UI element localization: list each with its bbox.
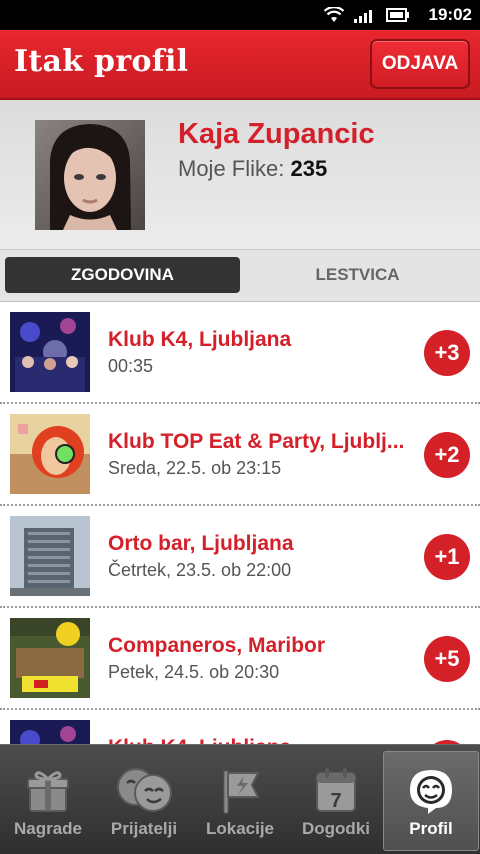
nav-label: Lokacije xyxy=(205,819,275,838)
nav-label: Nagrade xyxy=(13,819,83,838)
venue-thumbnail xyxy=(10,618,90,698)
list-item[interactable]: Klub K4, Ljubljana xyxy=(0,710,480,744)
list-item[interactable]: Klub TOP Eat & Party, Ljublj... Sreda, 2… xyxy=(0,404,480,506)
gift-icon xyxy=(26,767,70,818)
flike-count: 235 xyxy=(290,156,328,181)
flike-label: Moje Flike: xyxy=(178,156,285,181)
points-badge: +2 xyxy=(424,432,470,478)
checkin-time: Sreda, 22.5. ob 23:15 xyxy=(108,458,282,478)
wifi-icon xyxy=(324,7,344,23)
nav-label: Profil xyxy=(409,819,453,838)
status-icons xyxy=(324,7,410,23)
list-item[interactable]: Companeros, Maribor Petek, 24.5. ob 20:3… xyxy=(0,608,480,710)
points-badge: +3 xyxy=(424,330,470,376)
battery-icon xyxy=(386,8,410,22)
tab-zgodovina[interactable]: ZGODOVINA xyxy=(5,257,240,293)
list-item[interactable]: Orto bar, Ljubljana Četrtek, 23.5. ob 22… xyxy=(0,506,480,608)
nav-profil[interactable]: Profil xyxy=(383,751,479,851)
profile-card: Kaja Zupancic Moje Flike: 235 xyxy=(0,100,480,250)
logout-button[interactable]: ODJAVA xyxy=(370,39,470,89)
venue-thumbnail xyxy=(10,312,90,392)
calendar-icon: 7 xyxy=(315,767,357,818)
venue-name: Klub K4, Ljubljana xyxy=(108,736,414,744)
status-bar: 19:02 xyxy=(0,0,480,30)
venue-thumbnail xyxy=(10,414,90,494)
profile-name: Kaja Zupancic xyxy=(178,118,375,150)
nav-nagrade[interactable]: Nagrade xyxy=(0,745,96,854)
tab-bar: ZGODOVINA LESTVICA xyxy=(0,250,480,302)
checkin-time: 00:35 xyxy=(108,356,154,376)
venue-name: Klub TOP Eat & Party, Ljublj... xyxy=(108,430,405,453)
nav-dogodki[interactable]: 7 Dogodki xyxy=(288,745,384,854)
venue-thumbnail xyxy=(10,720,90,744)
flike-score: Moje Flike: 235 xyxy=(178,156,327,182)
tab-lestvica[interactable]: LESTVICA xyxy=(240,257,475,293)
avatar[interactable] xyxy=(35,120,145,230)
list-item[interactable]: Klub K4, Ljubljana 00:35 +3 xyxy=(0,302,480,404)
app-header: Itak profil ODJAVA xyxy=(0,30,480,100)
points-badge: +1 xyxy=(424,534,470,580)
location-flag-icon xyxy=(218,767,262,820)
profile-icon xyxy=(408,768,454,819)
friends-icon xyxy=(115,767,173,818)
nav-label: Dogodki xyxy=(302,819,370,838)
signal-icon xyxy=(354,7,376,23)
venue-name: Klub K4, Ljubljana xyxy=(108,328,292,351)
status-time: 19:02 xyxy=(428,5,472,24)
page-title: Itak profil xyxy=(14,44,189,79)
nav-lokacije[interactable]: Lokacije xyxy=(192,745,288,854)
checkin-time: Petek, 24.5. ob 20:30 xyxy=(108,662,280,682)
points-badge: +5 xyxy=(424,636,470,682)
venue-name: Orto bar, Ljubljana xyxy=(108,532,294,555)
history-list[interactable]: Klub K4, Ljubljana 00:35 +3 Klub TOP Eat… xyxy=(0,302,480,744)
nav-label: Prijatelji xyxy=(110,819,178,838)
venue-name: Companeros, Maribor xyxy=(108,634,326,657)
bottom-nav: Nagrade Prijatelji Lokacije 7 Dogodki Pr… xyxy=(0,744,480,854)
nav-prijatelji[interactable]: Prijatelji xyxy=(96,745,192,854)
venue-thumbnail xyxy=(10,516,90,596)
checkin-time: Četrtek, 23.5. ob 22:00 xyxy=(108,560,292,580)
calendar-day: 7 xyxy=(330,790,341,812)
